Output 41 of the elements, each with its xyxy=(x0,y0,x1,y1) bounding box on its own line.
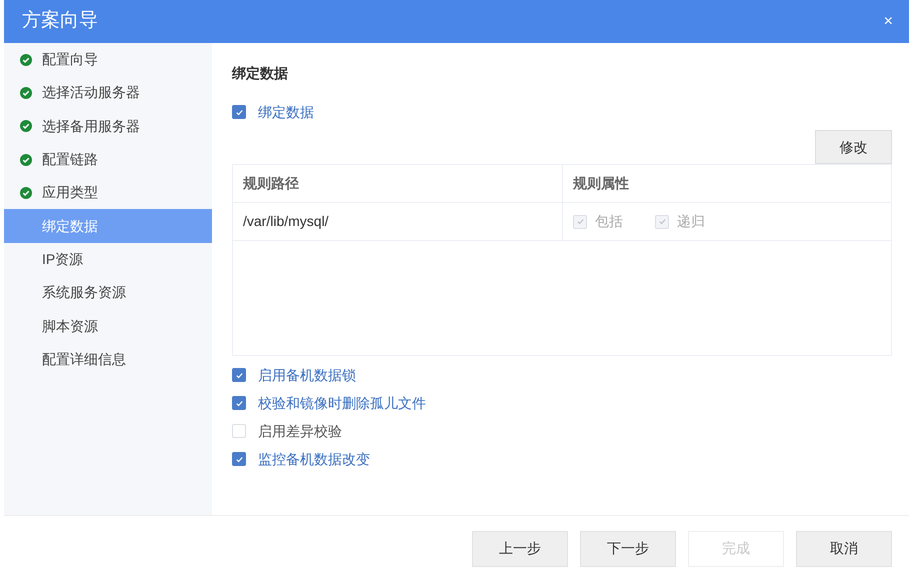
sidebar-item[interactable]: 系统服务资源 xyxy=(4,276,212,310)
sidebar-item[interactable]: IP资源 xyxy=(4,242,212,276)
check-circle-icon xyxy=(20,86,32,99)
sidebar-item[interactable]: 配置链路 xyxy=(4,142,212,176)
close-button[interactable]: × xyxy=(884,14,893,30)
checkbox-label: 递归 xyxy=(677,212,705,231)
sidebar-item[interactable]: 脚本资源 xyxy=(4,309,212,343)
check-circle-icon xyxy=(20,154,32,166)
edit-button[interactable]: 修改 xyxy=(815,130,892,164)
checkbox-label: 监控备机数据改变 xyxy=(258,450,370,468)
section-title: 绑定数据 xyxy=(232,64,289,83)
check-circle-icon xyxy=(20,120,32,132)
checkbox-label: 包括 xyxy=(595,212,623,231)
column-header: 规则路径 xyxy=(233,165,563,202)
checkbox-label: 绑定数据 xyxy=(258,102,314,122)
checkbox[interactable] xyxy=(232,452,246,466)
checkmark-icon xyxy=(234,398,244,408)
sidebar-item[interactable]: 配置向导 xyxy=(4,43,212,76)
footer-button[interactable]: 上一步 xyxy=(472,530,568,566)
checkbox[interactable] xyxy=(232,105,246,119)
footer-button[interactable]: 取消 xyxy=(796,530,892,566)
checkbox[interactable] xyxy=(232,396,246,410)
footer-button[interactable]: 下一步 xyxy=(580,530,676,566)
checkbox-label: 校验和镜像时删除孤儿文件 xyxy=(258,394,426,412)
checkmark-icon xyxy=(234,454,244,464)
check-circle-icon xyxy=(20,54,32,66)
check-circle-icon xyxy=(20,186,32,199)
column-header: 规则属性 xyxy=(572,174,630,193)
sidebar-item[interactable]: 配置详细信息 xyxy=(4,342,212,376)
table-cell: /var/lib/mysql/ xyxy=(233,203,563,240)
checkmark-icon xyxy=(234,108,244,116)
checkbox-label: 启用差异校验 xyxy=(258,422,342,440)
sidebar-item[interactable]: 应用类型 xyxy=(4,176,212,210)
checkmark-icon xyxy=(576,217,584,226)
checkmark-icon xyxy=(658,217,666,226)
sidebar-item[interactable]: 选择备用服务器 xyxy=(4,110,212,143)
sidebar-item[interactable]: 选择活动服务器 xyxy=(4,76,212,110)
checkbox-label: 启用备机数据锁 xyxy=(258,366,356,384)
checkbox[interactable] xyxy=(232,368,246,382)
window-title: 方案向导 xyxy=(22,8,98,34)
checkmark-icon xyxy=(234,370,244,380)
